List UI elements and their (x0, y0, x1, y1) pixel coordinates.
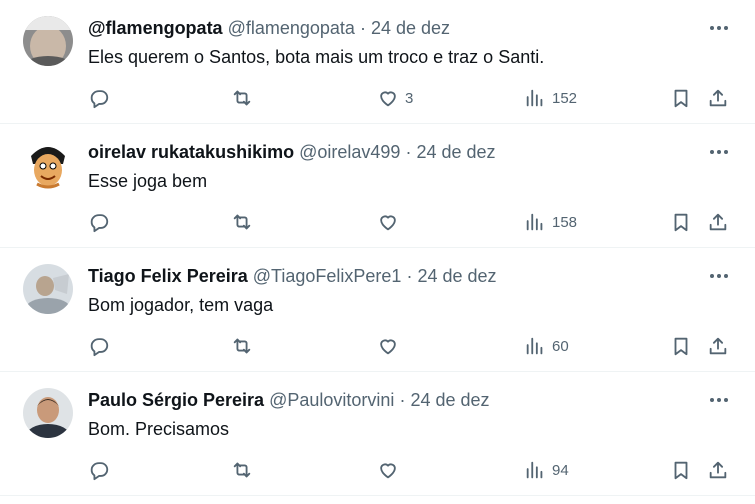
share-icon (709, 337, 727, 355)
views-button[interactable]: 152 (524, 83, 577, 113)
username[interactable]: @flamengopata (228, 18, 355, 38)
like-button[interactable] (377, 331, 405, 361)
view-count: 60 (552, 337, 569, 355)
action-bar: 158 (88, 207, 738, 237)
tweet-header: oirelav rukatakushikimo @oirelav499 · 24… (88, 141, 496, 163)
views-chart-icon (526, 337, 543, 355)
reply-button[interactable] (88, 207, 110, 237)
reply-icon (90, 338, 109, 357)
avatar[interactable] (23, 16, 73, 66)
tweet[interactable]: @flamengopata @flamengopata · 24 de dez … (0, 0, 755, 124)
views-button[interactable]: 158 (524, 207, 577, 237)
bookmark-button[interactable] (670, 455, 692, 485)
bookmark-icon (674, 89, 688, 108)
views-chart-icon (526, 461, 543, 479)
reply-button[interactable] (88, 83, 110, 113)
bookmark-icon (674, 461, 688, 480)
timestamp[interactable]: 24 de dez (417, 266, 496, 286)
views-button[interactable]: 60 (524, 331, 569, 361)
retweet-button[interactable] (231, 455, 253, 485)
reply-icon (90, 462, 109, 481)
view-count: 152 (552, 89, 578, 107)
retweet-icon (233, 90, 251, 106)
action-bar: 94 (88, 455, 738, 485)
more-dots-icon[interactable] (709, 390, 729, 410)
timestamp[interactable]: 24 de dez (416, 142, 495, 162)
reply-icon (90, 90, 109, 109)
username[interactable]: @TiagoFelixPere1 (253, 266, 402, 286)
avatar[interactable] (23, 140, 73, 190)
reply-icon (90, 214, 109, 233)
tweet-text: Bom. Precisamos (88, 419, 230, 439)
tweet-text: Bom jogador, tem vaga (88, 295, 274, 315)
retweet-button[interactable] (231, 83, 253, 113)
share-button[interactable] (707, 83, 729, 113)
display-name[interactable]: Paulo Sérgio Pereira (88, 390, 264, 410)
bookmark-button[interactable] (670, 207, 692, 237)
views-button[interactable]: 94 (524, 455, 569, 485)
share-icon (709, 213, 727, 231)
bookmark-button[interactable] (670, 331, 692, 361)
display-name[interactable]: @flamengopata (88, 18, 223, 38)
retweet-icon (233, 338, 251, 354)
views-chart-icon (526, 213, 543, 231)
more-dots-icon[interactable] (709, 142, 729, 162)
heart-icon (380, 463, 396, 479)
tweet[interactable]: oirelav rukatakushikimo @oirelav499 · 24… (0, 124, 755, 248)
retweet-button[interactable] (231, 331, 253, 361)
heart-icon (380, 215, 396, 231)
separator-dot: · (406, 266, 413, 286)
share-button[interactable] (707, 455, 729, 485)
avatar[interactable] (23, 264, 73, 314)
timestamp[interactable]: 24 de dez (371, 18, 450, 38)
retweet-button[interactable] (231, 207, 253, 237)
like-button[interactable] (377, 455, 405, 485)
reply-feed: @flamengopata @flamengopata · 24 de dez … (0, 0, 755, 504)
view-count: 94 (552, 461, 569, 479)
share-button[interactable] (707, 331, 729, 361)
tweet-header: Paulo Sérgio Pereira @Paulovitorvini · 2… (88, 389, 490, 411)
avatar[interactable] (23, 388, 73, 438)
bookmark-icon (674, 213, 688, 232)
display-name[interactable]: oirelav rukatakushikimo (88, 142, 294, 162)
display-name[interactable]: Tiago Felix Pereira (88, 266, 248, 286)
share-button[interactable] (707, 207, 729, 237)
separator-dot: · (405, 142, 412, 162)
view-count: 158 (552, 213, 578, 231)
tweet[interactable]: Tiago Felix Pereira @TiagoFelixPere1 · 2… (0, 248, 755, 372)
bookmark-icon (674, 337, 688, 356)
separator-dot: · (399, 390, 406, 410)
tweet-text: Eles querem o Santos, bota mais um troco… (88, 47, 545, 67)
views-chart-icon (526, 89, 543, 107)
timestamp[interactable]: 24 de dez (410, 390, 489, 410)
username[interactable]: @Paulovitorvini (269, 390, 394, 410)
tweet-header: Tiago Felix Pereira @TiagoFelixPere1 · 2… (88, 265, 497, 287)
retweet-icon (233, 214, 251, 230)
tweet[interactable]: Paulo Sérgio Pereira @Paulovitorvini · 2… (0, 372, 755, 496)
username[interactable]: @oirelav499 (299, 142, 400, 162)
like-button[interactable]: 3 (377, 83, 413, 113)
heart-icon (380, 339, 396, 355)
heart-icon (380, 91, 396, 107)
tweet-text: Esse joga bem (88, 171, 208, 191)
action-bar: 60 (88, 331, 738, 361)
share-icon (709, 461, 727, 479)
like-count: 3 (405, 89, 414, 107)
share-icon (709, 89, 727, 107)
like-button[interactable] (377, 207, 405, 237)
reply-button[interactable] (88, 331, 110, 361)
tweet-header: @flamengopata @flamengopata · 24 de dez (88, 17, 450, 39)
more-dots-icon[interactable] (709, 18, 729, 38)
retweet-icon (233, 462, 251, 478)
more-dots-icon[interactable] (709, 266, 729, 286)
bookmark-button[interactable] (670, 83, 692, 113)
action-bar: 3 152 (88, 83, 738, 113)
separator-dot: · (359, 18, 366, 38)
reply-button[interactable] (88, 455, 110, 485)
